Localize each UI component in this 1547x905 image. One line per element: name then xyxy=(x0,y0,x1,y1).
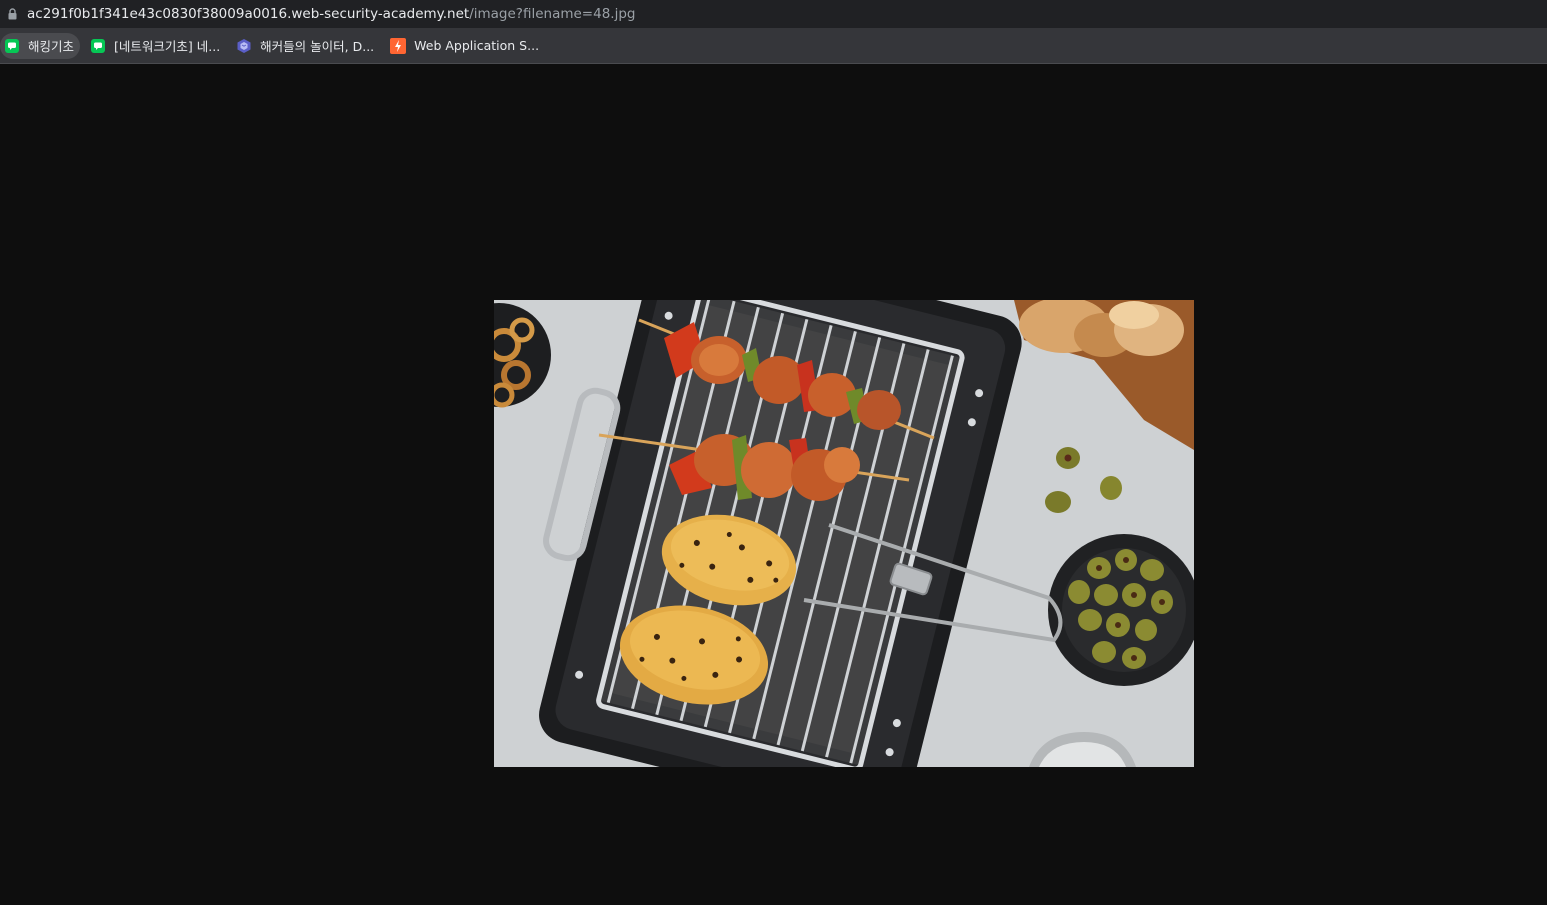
portswigger-icon xyxy=(390,37,407,54)
dreamhack-icon xyxy=(236,38,252,54)
bookmark-dreamhack[interactable]: 해커들의 놀이터, D... xyxy=(232,33,380,59)
bookmark-label: [네트워크기초] 네... xyxy=(114,39,221,54)
bbq-grill-illustration xyxy=(494,300,1194,767)
bbq-grill-photo[interactable] xyxy=(494,300,1194,767)
line-chat-icon xyxy=(90,38,106,54)
line-chat-icon xyxy=(4,38,20,54)
bookmark-label: 해커들의 놀이터, D... xyxy=(260,39,375,54)
bookmark-portswigger[interactable]: Web Application S... xyxy=(386,33,545,59)
url-path: /image?filename=48.jpg xyxy=(469,6,636,22)
lock-icon[interactable] xyxy=(6,7,18,21)
url-text[interactable]: ac291f0b1f341e43c0830f38009a0016.web-sec… xyxy=(27,6,635,22)
bookmark-hacking-basics[interactable]: 해킹기초 xyxy=(0,32,81,59)
image-viewer xyxy=(0,65,1547,905)
address-bar[interactable]: ac291f0b1f341e43c0830f38009a0016.web-sec… xyxy=(0,0,1547,28)
bookmark-network-basics[interactable]: [네트워크기초] 네... xyxy=(86,33,226,59)
bookmark-label: 해킹기초 xyxy=(28,39,75,54)
bookmarks-bar: 해킹기초 [네트워크기초] 네... 해커들의 놀이터, D... Web Ap… xyxy=(0,28,1547,64)
bookmark-label: Web Application S... xyxy=(414,38,540,53)
olive-bowl xyxy=(1048,534,1194,686)
url-host: ac291f0b1f341e43c0830f38009a0016.web-sec… xyxy=(27,6,470,22)
